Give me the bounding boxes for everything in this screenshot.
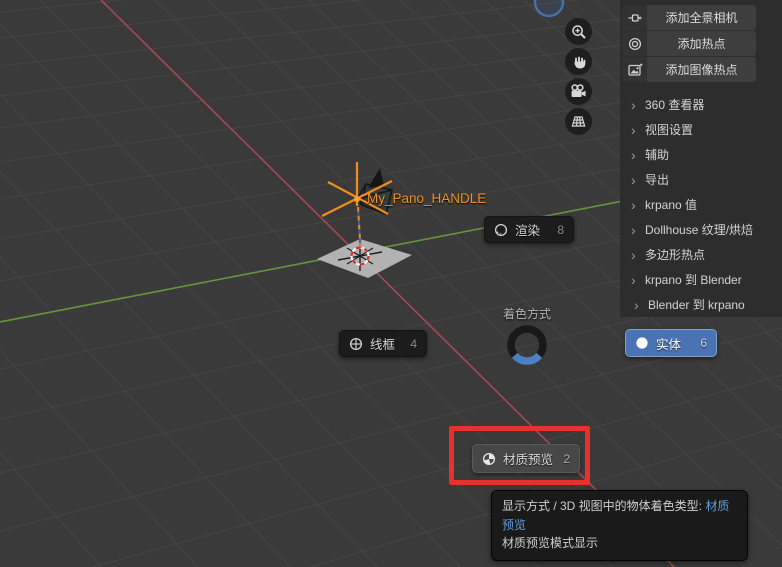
section-dollhouse-bake[interactable]: › Dollhouse 纹理/烘焙 — [622, 217, 756, 242]
pie-item-render[interactable]: 渲染 8 — [484, 216, 574, 243]
add-image-hotspot-button[interactable]: 添加图像热点 — [622, 57, 756, 82]
zoom-button[interactable] — [565, 18, 592, 45]
pie-item-solid[interactable]: 实体 6 — [625, 329, 717, 357]
add-image-hotspot-label: 添加图像热点 — [665, 63, 738, 77]
chevron-right-icon: › — [631, 121, 636, 138]
chevron-right-icon: › — [631, 96, 636, 113]
pan-hand-icon — [574, 56, 585, 68]
image-hotspot-icon — [622, 57, 647, 82]
pie-item-hotkey: 8 — [557, 222, 564, 237]
chevron-right-icon: › — [634, 296, 639, 313]
section-label: 导出 — [645, 173, 670, 187]
empty-axes-object[interactable] — [321, 162, 393, 217]
camera-view-icon — [571, 84, 586, 97]
pie-item-hotkey: 6 — [700, 336, 707, 350]
hotspot-rings-icon — [622, 31, 647, 56]
section-label: krpano 到 Blender — [645, 273, 742, 287]
section-label: 视图设置 — [645, 123, 694, 137]
pano-camera-icon — [622, 5, 647, 30]
section-polygon-hotspot[interactable]: › 多边形热点 — [622, 242, 756, 267]
pie-item-wireframe[interactable]: 线框 4 — [339, 330, 427, 357]
pie-item-label: 实体 — [656, 337, 682, 352]
pie-item-label: 渲染 — [515, 224, 541, 238]
pie-menu-hub — [507, 325, 547, 365]
chevron-right-icon: › — [631, 196, 636, 213]
section-label: 辅助 — [645, 148, 670, 162]
pie-menu-title: 着色方式 — [502, 307, 552, 321]
zoom-in-icon — [571, 24, 586, 39]
navigation-gizmo[interactable] — [533, 0, 565, 18]
tooltip-line2: 材质预览模式显示 — [502, 536, 599, 551]
pie-item-label: 线框 — [370, 338, 396, 352]
section-krpano-to-blender[interactable]: › krpano 到 Blender — [622, 267, 756, 292]
chevron-right-icon: › — [631, 171, 636, 188]
annotation-highlight-rect — [449, 426, 590, 485]
chevron-right-icon: › — [631, 246, 636, 263]
section-assist[interactable]: › 辅助 — [622, 142, 756, 167]
section-label: 360 查看器 — [645, 98, 705, 112]
add-hotspot-button[interactable]: 添加热点 — [622, 31, 756, 56]
tooltip-line1: 显示方式 / 3D 视图中的物体着色类型: 材质预览 — [502, 499, 730, 532]
section-blender-to-krpano[interactable]: › Blender 到 krpano — [622, 292, 756, 317]
section-label: Blender 到 krpano — [648, 298, 745, 312]
pie-direction-arc — [511, 352, 543, 365]
section-360-viewer[interactable]: › 360 查看器 — [622, 92, 756, 117]
perspective-toggle-button[interactable] — [565, 108, 592, 135]
section-label: Dollhouse 纹理/烘焙 — [645, 223, 754, 237]
chevron-right-icon: › — [631, 221, 636, 238]
krpano-sidebar-panel: 添加全景相机 添加热点 添加图像热点 › 360 查看器 › 视图设置 › 辅助… — [620, 0, 782, 317]
solid-sphere-icon — [636, 337, 648, 349]
shading-tooltip: 显示方式 / 3D 视图中的物体着色类型: 材质预览 材质预览模式显示 — [491, 490, 748, 561]
add-pano-camera-button[interactable]: 添加全景相机 — [622, 5, 756, 30]
section-krpano-values[interactable]: › krpano 值 — [622, 192, 756, 217]
chevron-right-icon: › — [631, 146, 636, 163]
render-sphere-icon — [494, 223, 508, 236]
object-name-label: My_Pano_HANDLE — [367, 191, 486, 206]
perspective-grid-icon — [571, 116, 586, 127]
pan-button[interactable] — [565, 48, 592, 75]
section-label: 多边形热点 — [645, 248, 706, 262]
section-export[interactable]: › 导出 — [622, 167, 756, 192]
section-view-settings[interactable]: › 视图设置 — [622, 117, 756, 142]
camera-view-button[interactable] — [565, 78, 592, 105]
add-pano-camera-label: 添加全景相机 — [665, 11, 738, 25]
blender-3d-viewport: My_Pano_HANDLE 添加全景相机 添加热点 添加图像热点 › 360 … — [0, 0, 782, 567]
section-label: krpano 值 — [645, 198, 698, 212]
add-hotspot-label: 添加热点 — [677, 37, 726, 51]
pie-item-hotkey: 4 — [410, 336, 417, 351]
wireframe-sphere-icon — [349, 337, 363, 350]
chevron-right-icon: › — [631, 271, 636, 288]
